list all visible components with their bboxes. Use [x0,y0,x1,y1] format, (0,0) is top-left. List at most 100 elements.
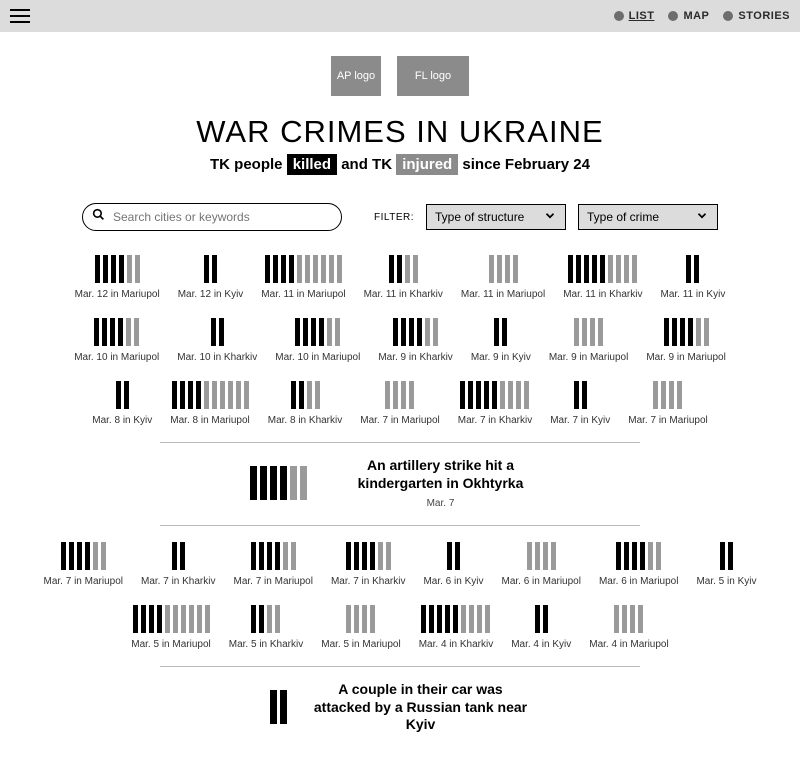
killed-bar [319,318,324,346]
injured-bar [543,542,548,570]
nav-item-list[interactable]: LIST [614,10,655,22]
event-card[interactable]: Mar. 11 in Kharkiv [364,255,443,300]
event-card[interactable]: Mar. 9 in Kyiv [471,318,531,363]
ap-logo: AP logo [331,56,381,96]
hamburger-menu-icon[interactable] [10,9,30,23]
killed-bar [124,381,129,409]
event-card[interactable]: Mar. 5 in Mariupol [131,605,210,650]
injured-bar [189,605,194,633]
injured-bar [461,605,466,633]
injured-bar [337,255,342,283]
event-card[interactable]: Mar. 9 in Mariupol [646,318,725,363]
event-card[interactable]: Mar. 8 in Kyiv [92,381,152,426]
event-card[interactable]: Mar. 7 in Mariupol [360,381,439,426]
event-bars [291,381,320,409]
killed-bar [280,466,287,500]
subtitle-suffix: since February 24 [458,156,590,173]
event-card[interactable]: Mar. 5 in Mariupol [321,605,400,650]
search-input[interactable] [82,203,342,231]
featured-text: A couple in their car was attacked by a … [311,681,531,734]
event-card[interactable]: Mar. 12 in Kyiv [178,255,244,300]
event-card[interactable]: Mar. 4 in Mariupol [589,605,668,650]
topbar: LIST MAP STORIES [0,0,800,32]
event-caption: Mar. 10 in Mariupol [74,352,159,363]
event-bars [421,605,490,633]
event-card[interactable]: Mar. 6 in Mariupol [599,542,678,587]
event-card[interactable]: Mar. 11 in Kyiv [660,255,725,300]
injured-bar [630,605,635,633]
killed-bar [275,542,280,570]
killed-bar [409,318,414,346]
injured-bar [648,542,653,570]
killed-bar [116,381,121,409]
injured-bar [267,605,272,633]
event-card[interactable]: Mar. 5 in Kyiv [696,542,756,587]
injured-bar [127,255,132,283]
event-card[interactable]: Mar. 7 in Kharkiv [331,542,405,587]
killed-bar [640,542,645,570]
event-card[interactable]: Mar. 6 in Mariupol [501,542,580,587]
event-card[interactable]: Mar. 9 in Mariupol [549,318,628,363]
killed-bar [280,690,287,724]
event-card[interactable]: Mar. 7 in Mariupol [233,542,312,587]
nav-item-stories[interactable]: STORIES [723,10,790,22]
event-card[interactable]: Mar. 12 in Mariupol [75,255,160,300]
injured-bar [477,605,482,633]
killed-bar [494,318,499,346]
killed-bar [110,318,115,346]
injured-bar [297,255,302,283]
event-card[interactable]: Mar. 10 in Kharkiv [177,318,257,363]
killed-bar [616,542,621,570]
killed-bar [211,318,216,346]
event-caption: Mar. 7 in Mariupol [233,576,312,587]
injured-bar [661,381,666,409]
injured-bar [283,542,288,570]
killed-bar [94,318,99,346]
event-card[interactable]: Mar. 8 in Mariupol [170,381,249,426]
injured-bar [275,605,280,633]
event-card[interactable]: Mar. 11 in Mariupol [261,255,345,300]
injured-bar [401,381,406,409]
event-card[interactable]: Mar. 4 in Kharkiv [419,605,493,650]
event-card[interactable]: Mar. 8 in Kharkiv [268,381,342,426]
page-subtitle: TK people killed and TK injured since Fe… [0,156,800,173]
featured-event[interactable]: A couple in their car was attacked by a … [160,666,640,734]
killed-bar [77,542,82,570]
event-caption: Mar. 7 in Mariupol [360,415,439,426]
event-bars [393,318,438,346]
event-card[interactable]: Mar. 11 in Kharkiv [563,255,642,300]
event-card[interactable]: Mar. 11 in Mariupol [461,255,545,300]
event-card[interactable]: Mar. 10 in Mariupol [275,318,360,363]
killed-bar [582,381,587,409]
featured-title: A couple in their car was attacked by a … [311,681,531,734]
killed-bar [119,255,124,283]
injured-bar [315,381,320,409]
event-card[interactable]: Mar. 9 in Kharkiv [378,318,452,363]
killed-bar [141,605,146,633]
killed-bar [281,255,286,283]
event-bars [346,605,375,633]
chevron-down-icon [695,209,709,226]
event-card[interactable]: Mar. 7 in Kharkiv [458,381,532,426]
featured-event[interactable]: An artillery strike hit a kindergarten i… [160,442,640,526]
nav-item-map[interactable]: MAP [668,10,709,22]
killed-bar [584,255,589,283]
event-card[interactable]: Mar. 5 in Kharkiv [229,605,303,650]
injured-bar [307,381,312,409]
filter-structure-dropdown[interactable]: Type of structure [426,204,566,230]
injured-bar [433,318,438,346]
event-card[interactable]: Mar. 7 in Mariupol [44,542,123,587]
killed-bar [61,542,66,570]
event-bars [720,542,733,570]
event-card[interactable]: Mar. 4 in Kyiv [511,605,571,650]
injured-bar [205,605,210,633]
event-card[interactable]: Mar. 7 in Kyiv [550,381,610,426]
killed-bar [455,542,460,570]
event-bars [460,381,529,409]
event-card[interactable]: Mar. 7 in Mariupol [628,381,707,426]
event-card[interactable]: Mar. 7 in Kharkiv [141,542,215,587]
killed-bar [102,318,107,346]
filter-crime-dropdown[interactable]: Type of crime [578,204,718,230]
event-card[interactable]: Mar. 10 in Mariupol [74,318,159,363]
event-card[interactable]: Mar. 6 in Kyiv [423,542,483,587]
